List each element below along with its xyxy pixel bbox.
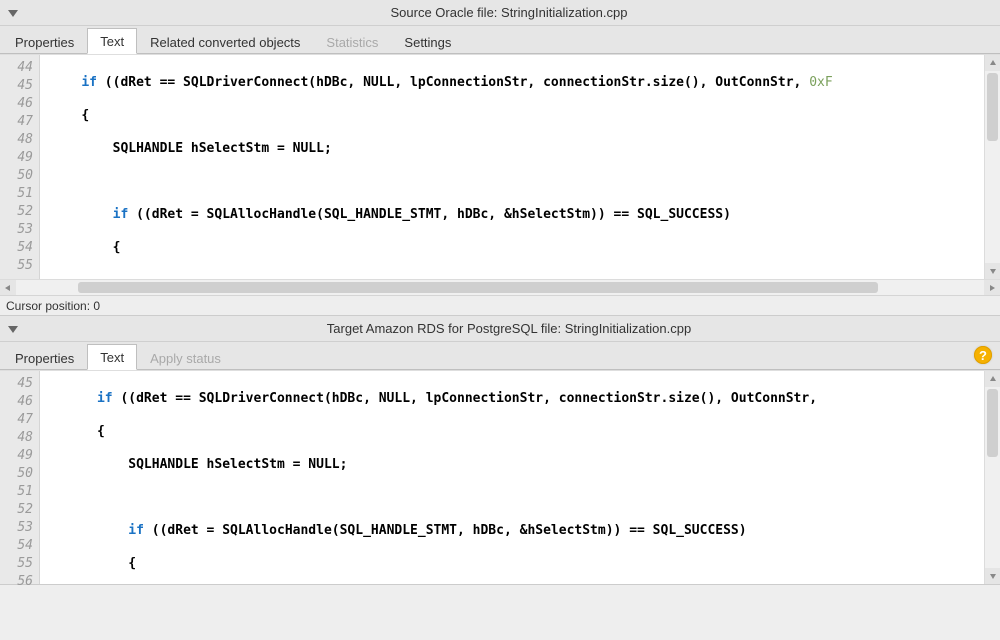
tab-related[interactable]: Related converted objects bbox=[137, 29, 313, 54]
target-title: Target Amazon RDS for PostgreSQL file: S… bbox=[327, 321, 691, 336]
tab-apply-status: Apply status bbox=[137, 345, 234, 370]
source-tabs: Properties Text Related converted object… bbox=[0, 26, 1000, 54]
target-vscrollbar[interactable] bbox=[984, 371, 1000, 584]
scroll-down-icon[interactable] bbox=[985, 263, 1000, 279]
source-vscrollbar[interactable] bbox=[984, 55, 1000, 279]
tab-text-target[interactable]: Text bbox=[87, 344, 137, 370]
tab-settings[interactable]: Settings bbox=[391, 29, 464, 54]
source-title: Source Oracle file: StringInitialization… bbox=[390, 5, 627, 20]
scroll-right-icon[interactable] bbox=[984, 280, 1000, 296]
tab-statistics: Statistics bbox=[313, 29, 391, 54]
hscroll-thumb[interactable] bbox=[78, 282, 878, 293]
target-editor[interactable]: 45 46 47 48 49 50 51 52 53 54 55 56 if (… bbox=[0, 370, 1000, 584]
status-bar: Cursor position: 0 bbox=[0, 295, 1000, 315]
target-code[interactable]: if ((dRet == SQLDriverConnect(hDBc, NULL… bbox=[40, 371, 984, 584]
tab-properties-target[interactable]: Properties bbox=[2, 345, 87, 370]
source-editor[interactable]: 44 45 46 47 48 49 50 51 52 53 54 55 if (… bbox=[0, 54, 1000, 279]
vscroll-thumb[interactable] bbox=[987, 389, 998, 457]
source-pane: Source Oracle file: StringInitialization… bbox=[0, 0, 1000, 316]
scroll-down-icon[interactable] bbox=[985, 568, 1000, 584]
scroll-left-icon[interactable] bbox=[0, 280, 16, 296]
source-pane-header: Source Oracle file: StringInitialization… bbox=[0, 0, 1000, 26]
source-code[interactable]: if ((dRet == SQLDriverConnect(hDBc, NULL… bbox=[40, 55, 984, 279]
target-tabs: Properties Text Apply status ? bbox=[0, 342, 1000, 370]
target-pane: Target Amazon RDS for PostgreSQL file: S… bbox=[0, 316, 1000, 585]
cursor-position: Cursor position: 0 bbox=[6, 299, 100, 313]
scroll-up-icon[interactable] bbox=[985, 55, 1000, 71]
source-gutter: 44 45 46 47 48 49 50 51 52 53 54 55 bbox=[0, 55, 40, 279]
vscroll-thumb[interactable] bbox=[987, 73, 998, 141]
help-icon[interactable]: ? bbox=[974, 346, 992, 364]
collapse-toggle-target[interactable] bbox=[4, 320, 22, 338]
tab-text[interactable]: Text bbox=[87, 28, 137, 54]
source-hscrollbar[interactable] bbox=[0, 279, 1000, 295]
target-gutter: 45 46 47 48 49 50 51 52 53 54 55 56 bbox=[0, 371, 40, 584]
scroll-up-icon[interactable] bbox=[985, 371, 1000, 387]
target-pane-header: Target Amazon RDS for PostgreSQL file: S… bbox=[0, 316, 1000, 342]
tab-properties[interactable]: Properties bbox=[2, 29, 87, 54]
collapse-toggle-source[interactable] bbox=[4, 4, 22, 22]
